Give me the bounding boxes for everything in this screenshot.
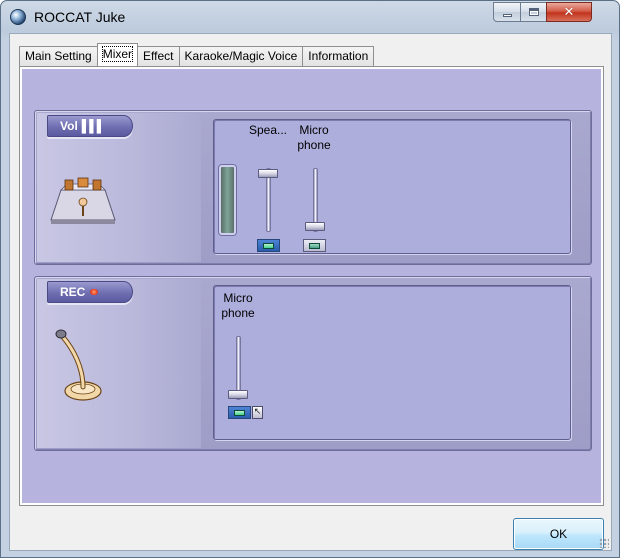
microphone-record-slider[interactable] [228,336,248,400]
tab-strip: Main Setting Mixer Effect Karaoke/Magic … [19,43,375,66]
mixer-area: Vol ▌▌▌ Spea... Micro phone REC Micro ph… [22,69,601,503]
minimize-icon [502,14,512,17]
microphone-channel-label-line1: Micro [299,123,329,137]
volume-panel-tab: Vol ▌▌▌ [47,115,133,137]
microphone-icon [55,329,102,401]
volume-bars-icon: ▌▌▌ [81,119,105,133]
microphone-channel-label-line2: phone [297,138,331,152]
slider-thumb[interactable] [228,390,248,399]
resize-grip-icon[interactable] [599,538,609,548]
tab-karaoke-magic-voice[interactable]: Karaoke/Magic Voice [178,46,304,66]
record-microphone-label-line2: phone [221,306,255,320]
volume-level-meter [219,165,236,235]
record-panel-tab: REC [47,281,133,303]
advanced-settings-icon[interactable]: ↖ [252,406,263,419]
minimize-button[interactable] [493,2,521,22]
title-bar[interactable]: ROCCAT Juke ✕ [1,1,619,33]
microphone-mute-indicator [309,242,320,249]
close-button[interactable]: ✕ [546,2,592,22]
microphone-playback-slider[interactable] [305,168,325,232]
tab-information[interactable]: Information [302,46,375,66]
microphone-record-channel: Micro phone [208,291,268,321]
dialog-client-area: Main Setting Mixer Effect Karaoke/Magic … [9,33,612,551]
microphone-playback-channel: Micro phone [284,123,344,153]
roccat-globe-icon [10,9,26,25]
microphone-playback-mute-button[interactable] [303,239,326,252]
record-select-indicator [234,409,245,416]
record-channels-area: Micro phone ↖ [213,285,571,440]
tab-effect[interactable]: Effect [137,46,180,66]
tab-label: Information [308,49,369,63]
speaker-volume-slider[interactable] [258,168,278,232]
mixer-tab-pane: Vol ▌▌▌ Spea... Micro phone REC Micro ph… [19,66,604,506]
volume-tab-label: Vol [60,119,78,133]
slider-thumb[interactable] [305,222,325,231]
tab-label: Effect [143,49,174,63]
maximize-button[interactable] [520,2,547,22]
volume-channels-area: Spea... Micro phone [213,119,571,254]
speaker-stage-icon [50,177,116,224]
record-indicator-icon [90,289,99,295]
speaker-mute-button[interactable] [257,239,280,252]
speaker-mute-indicator [263,242,274,249]
tab-label: Main Setting [25,49,92,63]
slider-thumb[interactable] [258,169,278,178]
record-panel: REC Micro phone ↖ [34,276,592,451]
window-title: ROCCAT Juke [34,9,126,25]
record-microphone-label-line1: Micro [223,291,253,305]
microphone-record-select-button[interactable] [228,406,251,419]
tab-label: Karaoke/Magic Voice [184,49,298,63]
close-icon: ✕ [563,4,575,20]
tab-mixer[interactable]: Mixer [96,43,139,66]
ok-button[interactable]: OK [513,518,604,550]
maximize-icon [528,8,539,16]
tab-label: Mixer [101,46,134,62]
tab-main-setting[interactable]: Main Setting [19,46,98,66]
app-window: ROCCAT Juke ✕ Main Setting Mixer Effect … [0,0,620,558]
record-panel-header: REC [37,279,201,448]
volume-panel: Vol ▌▌▌ Spea... Micro phone [34,110,592,265]
record-tab-label: REC [60,285,86,299]
volume-panel-header: Vol ▌▌▌ [37,113,201,262]
